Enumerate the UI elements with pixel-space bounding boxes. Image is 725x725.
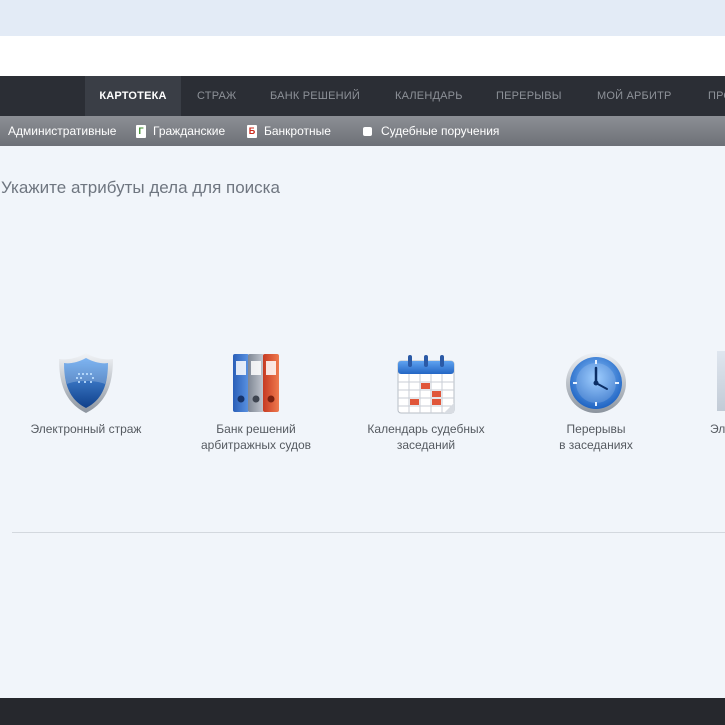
filter-court-orders[interactable]: Судебные поручения — [363, 116, 499, 146]
filter-bankruptcy-label: Банкротные — [264, 124, 331, 138]
shield-icon — [59, 353, 113, 413]
tile-breaks[interactable]: Перерывы в заседаниях — [521, 351, 671, 453]
tile-partial-label: Эл — [691, 421, 725, 437]
partial-tile-icon — [717, 351, 725, 411]
tile-hearings-calendar-line2: заседаний — [396, 438, 456, 452]
tile-decisions-bank-line2: арбитражных судов — [200, 438, 312, 452]
nav-item-strazh[interactable]: СТРАЖ — [197, 76, 236, 116]
tile-hearings-calendar-line1: Календарь судебных — [367, 422, 485, 436]
filter-court-orders-label: Судебные поручения — [381, 124, 500, 138]
nav-item-pro[interactable]: ПРО — [708, 76, 725, 116]
browser-top-strip — [0, 0, 725, 36]
filter-administrative-label: Административные — [8, 124, 117, 138]
tile-breaks-label: Перерывы в заседаниях — [521, 421, 671, 453]
tile-breaks-line1: Перерывы — [566, 422, 626, 436]
tile-electronic-guard[interactable]: Электронный страж — [11, 351, 161, 437]
case-type-bar: Административные Г Гражданские Б Банкротны… — [0, 116, 725, 146]
tile-partial-line1: Эл — [710, 422, 725, 436]
filter-administrative[interactable]: Административные — [8, 116, 116, 146]
court-orders-icon — [363, 127, 372, 137]
nav-item-kartoteka[interactable]: КАРТОТЕКА — [85, 76, 181, 116]
nav-item-bank-resheniy[interactable]: БАНК РЕШЕНИЙ — [270, 76, 360, 116]
calendar-icon — [397, 355, 455, 414]
clock-icon — [566, 353, 626, 413]
content-divider — [12, 532, 725, 533]
filter-civil-label: Гражданские — [153, 124, 226, 138]
tile-hearings-calendar[interactable]: Календарь судебных заседаний — [351, 351, 501, 453]
tile-breaks-line2: в заседаниях — [559, 438, 633, 452]
tile-decisions-bank-label: Банк решений арбитражных судов — [181, 421, 331, 453]
main-nav: КАРТОТЕКА СТРАЖ БАНК РЕШЕНИЙ КАЛЕНДАРЬ П… — [0, 76, 725, 116]
header-white-bar — [0, 36, 725, 76]
civil-badge-icon: Г — [136, 125, 146, 139]
filter-bankruptcy[interactable]: Б Банкротные — [247, 116, 331, 146]
tile-hearings-calendar-label: Календарь судебных заседаний — [351, 421, 501, 453]
tile-decisions-bank[interactable]: Банк решений арбитражных судов — [181, 351, 331, 453]
page-heading: Укажите атрибуты дела для поиска — [1, 178, 280, 197]
nav-item-pereryvy[interactable]: ПЕРЕРЫВЫ — [496, 76, 562, 116]
tile-partial[interactable]: Эл — [691, 351, 725, 437]
tile-electronic-guard-line1: Электронный страж — [30, 422, 142, 436]
filter-civil[interactable]: Г Гражданские — [136, 116, 225, 146]
binders-icon — [233, 354, 279, 412]
bankruptcy-badge-icon: Б — [247, 125, 257, 139]
tile-electronic-guard-label: Электронный страж — [11, 421, 161, 437]
tile-decisions-bank-line1: Банк решений — [216, 422, 296, 436]
nav-item-moy-arbitr[interactable]: МОЙ АРБИТР — [597, 76, 672, 116]
nav-item-kalendar[interactable]: КАЛЕНДАРЬ — [395, 76, 463, 116]
main-content: Укажите атрибуты дела для поиска Электро… — [0, 146, 725, 698]
footer-bar — [0, 698, 725, 725]
